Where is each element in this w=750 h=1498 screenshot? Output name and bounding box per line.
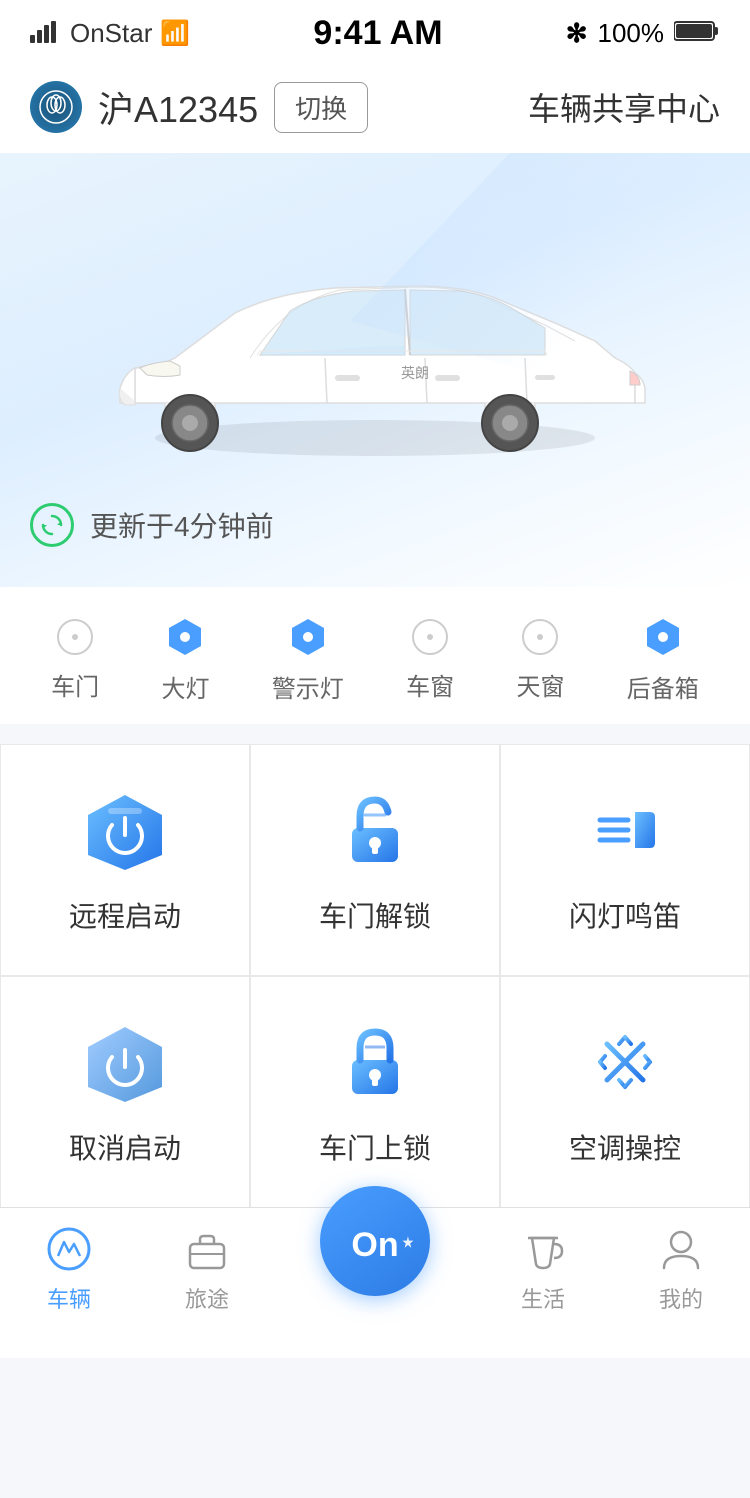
switch-button[interactable]: 切换: [274, 82, 368, 133]
tab-bar: 车辆 旅途 On: [0, 1207, 750, 1334]
hazard-status-icon: [290, 617, 326, 657]
status-item-sunroof[interactable]: 天窗: [516, 619, 564, 702]
status-time: 9:41 AM: [313, 14, 442, 53]
on-center-button[interactable]: On: [320, 1186, 430, 1296]
trunk-status-icon: [645, 617, 681, 657]
window-status-icon: [412, 619, 448, 655]
door-lock-icon: [325, 1017, 425, 1107]
share-center-label[interactable]: 车辆共享中心: [528, 84, 720, 130]
life-tab-label: 生活: [521, 1282, 565, 1314]
buick-logo: [30, 81, 82, 133]
sunroof-label: 天窗: [516, 667, 564, 702]
signal-icon: [30, 18, 62, 50]
vehicle-tab-label: 车辆: [47, 1282, 91, 1314]
profile-tab-label: 我的: [659, 1282, 703, 1314]
cancel-start-icon: [75, 1017, 175, 1107]
svg-text:英朗: 英朗: [401, 365, 429, 381]
hazard-label: 警示灯: [272, 669, 344, 704]
remote-start-label: 远程启动: [69, 895, 181, 935]
plate-number: 沪A12345: [98, 81, 258, 133]
window-label: 车窗: [406, 667, 454, 702]
ac-control-button[interactable]: 空调操控: [500, 976, 750, 1208]
status-icons-row: 车门 大灯 警示灯 车窗 天窗: [0, 587, 750, 724]
flash-horn-label: 闪灯鸣笛: [569, 895, 681, 935]
life-icon: [518, 1224, 568, 1274]
cancel-start-label: 取消启动: [69, 1127, 181, 1167]
status-bar: OnStar 📶 9:41 AM ✻ 100%: [0, 0, 750, 61]
tab-vehicle[interactable]: 车辆: [44, 1224, 94, 1314]
status-right: ✻ 100%: [566, 18, 720, 49]
cancel-start-button[interactable]: 取消启动: [0, 976, 250, 1208]
trunk-label: 后备箱: [627, 669, 699, 704]
tab-life[interactable]: 生活: [518, 1224, 568, 1314]
header: 沪A12345 切换 车辆共享中心: [0, 61, 750, 153]
carrier-name: OnStar: [70, 18, 152, 49]
door-unlock-icon: [325, 785, 425, 875]
trip-tab-label: 旅途: [185, 1282, 229, 1314]
door-unlock-button[interactable]: 车门解锁: [250, 744, 500, 976]
ac-control-icon: [575, 1017, 675, 1107]
update-info: 更新于4分钟前: [0, 493, 750, 567]
flash-horn-icon: [575, 785, 675, 875]
tab-profile[interactable]: 我的: [656, 1224, 706, 1314]
status-item-window[interactable]: 车窗: [406, 619, 454, 702]
status-item-hazard[interactable]: 警示灯: [272, 617, 344, 704]
battery-icon: [674, 18, 720, 49]
status-left: OnStar 📶: [30, 18, 190, 50]
tab-on-center[interactable]: On: [320, 1226, 430, 1312]
car-section: 英朗 更新于4分钟前: [0, 153, 750, 587]
vehicle-icon: [44, 1224, 94, 1274]
update-text: 更新于4分钟前: [90, 505, 274, 545]
tab-trip[interactable]: 旅途: [182, 1224, 232, 1314]
headlight-label: 大灯: [161, 669, 209, 704]
headlight-status-icon: [167, 617, 203, 657]
door-unlock-label: 车门解锁: [319, 895, 431, 935]
ac-control-label: 空调操控: [569, 1127, 681, 1167]
battery-percent: 100%: [598, 18, 665, 49]
door-lock-label: 车门上锁: [319, 1127, 431, 1167]
flash-horn-button[interactable]: 闪灯鸣笛: [500, 744, 750, 976]
bluetooth-icon: ✻: [566, 18, 588, 49]
status-item-headlight[interactable]: 大灯: [161, 617, 209, 704]
action-grid: 远程启动 车门解锁: [0, 744, 750, 1208]
door-status-icon: [57, 619, 93, 655]
remote-start-button[interactable]: 远程启动: [0, 744, 250, 976]
refresh-icon[interactable]: [30, 503, 74, 547]
profile-icon: [656, 1224, 706, 1274]
status-item-door[interactable]: 车门: [51, 619, 99, 702]
remote-start-icon: [75, 785, 175, 875]
status-item-trunk[interactable]: 后备箱: [627, 617, 699, 704]
door-label: 车门: [51, 667, 99, 702]
door-lock-button[interactable]: 车门上锁: [250, 976, 500, 1208]
header-left: 沪A12345 切换: [30, 81, 368, 133]
sunroof-status-icon: [522, 619, 558, 655]
wifi-icon: 📶: [160, 19, 190, 48]
trip-icon: [182, 1224, 232, 1274]
